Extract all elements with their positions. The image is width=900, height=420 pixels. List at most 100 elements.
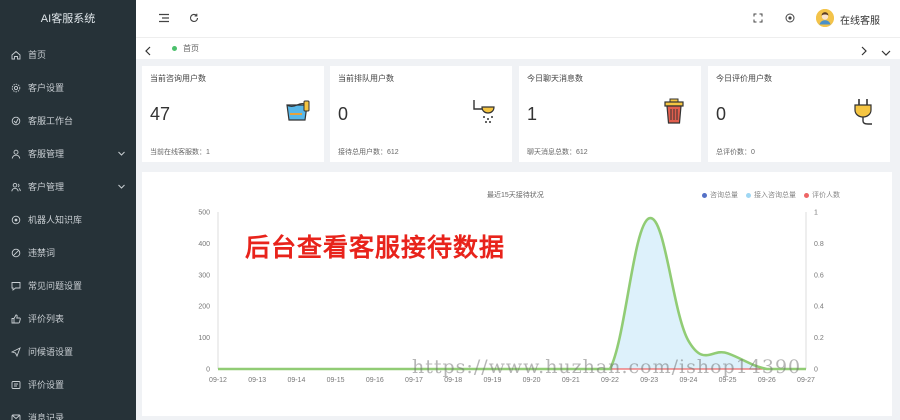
x-tick-label: 09-18 — [444, 377, 462, 384]
stat-card-footer: 接待总用户数：612 — [338, 149, 399, 156]
sidebar-item[interactable]: 机器人知识库 — [0, 203, 136, 236]
x-tick-label: 09-14 — [287, 377, 305, 384]
x-tick-label: 09-26 — [758, 377, 776, 384]
sidebar-item[interactable]: 评价列表 — [0, 302, 136, 335]
x-tick-label: 09-15 — [327, 377, 345, 384]
stat-card-reviews: 今日评价用户数 0 总评价数：0 — [708, 66, 890, 162]
sidebar-item[interactable]: 客户设置 — [0, 71, 136, 104]
top-bar: 在线客服 — [136, 0, 900, 37]
sidebar-item[interactable]: 评价设置 — [0, 368, 136, 401]
y-tick-label: 200 — [198, 304, 210, 311]
sidebar-item[interactable]: 违禁词 — [0, 236, 136, 269]
sidebar-item[interactable]: 常见问题设置 — [0, 269, 136, 302]
y-tick-label: 500 — [198, 210, 210, 217]
sidebar-item-label: 客服工作台 — [28, 116, 74, 126]
question-icon — [10, 280, 22, 292]
chevron-down-icon[interactable] — [117, 182, 126, 191]
stat-card-value: 0 — [338, 104, 349, 124]
x-tick-label: 09-22 — [601, 377, 619, 384]
stat-card-footer: 总评价数：0 — [716, 149, 755, 156]
stat-card-footer: 聊天消息总数：612 — [527, 149, 588, 156]
home-icon — [10, 49, 22, 61]
trash-can-icon — [659, 96, 689, 126]
x-tick-label: 09-24 — [679, 377, 697, 384]
stat-card-value: 0 — [716, 104, 727, 124]
robot-icon — [10, 214, 22, 226]
username[interactable]: 在线客服 — [840, 12, 880, 27]
active-dot-icon — [172, 46, 177, 51]
x-tick-label: 09-27 — [797, 377, 815, 384]
y2-tick-label: 0.8 — [814, 241, 824, 248]
y2-tick-label: 0.6 — [814, 272, 824, 279]
stat-card-messages: 今日聊天消息数 1 聊天消息总数：612 — [519, 66, 701, 162]
sidebar-item[interactable]: 首页 — [0, 38, 136, 71]
y-tick-label: 100 — [198, 335, 210, 342]
tab-home[interactable]: 首页 — [172, 43, 199, 54]
user-icon — [10, 148, 22, 160]
sidebar-item-label: 客户设置 — [28, 83, 65, 93]
users-icon — [10, 181, 22, 193]
tab-scroll-left-icon[interactable] — [144, 43, 152, 61]
sidebar-item-label: 违禁词 — [28, 248, 56, 258]
reception-chart-panel: 最近15天接待状况 咨询总量 接入咨询总量 评价人数 0 100 200 300 400… — [142, 172, 892, 416]
stat-card-footer: 当前在线客服数：1 — [150, 149, 210, 156]
shower-icon — [470, 96, 500, 126]
forbidden-icon — [10, 247, 22, 259]
sidebar-item-label: 消息记录 — [28, 413, 65, 420]
setting-icon — [10, 379, 22, 391]
y-tick-label: 300 — [198, 272, 210, 279]
sidebar-item-label: 问候语设置 — [28, 347, 74, 357]
stat-card-consulting: 当前咨询用户数 47 当前在线客服数：1 — [142, 66, 324, 162]
tab-scroll-right-icon[interactable] — [860, 43, 868, 61]
x-tick-label: 09-16 — [366, 377, 384, 384]
theme-icon[interactable] — [784, 12, 796, 24]
x-tick-label: 09-20 — [523, 377, 541, 384]
sidebar-item-label: 机器人知识库 — [28, 215, 83, 225]
sidebar-item[interactable]: 消息记录 — [0, 401, 136, 420]
send-icon — [10, 346, 22, 358]
x-tick-label: 09-25 — [719, 377, 737, 384]
stat-card-value: 47 — [150, 104, 171, 124]
message-icon — [10, 412, 22, 420]
x-tick-label: 09-23 — [640, 377, 658, 384]
sidebar-item[interactable]: 问候语设置 — [0, 335, 136, 368]
stat-card-title: 今日评价用户数 — [716, 74, 772, 83]
y2-tick-label: 0.2 — [814, 335, 824, 342]
sidebar-item[interactable]: 客户管理 — [0, 170, 136, 203]
stat-card-value: 1 — [527, 104, 538, 124]
y-tick-label: 0 — [206, 367, 210, 374]
x-tick-label: 09-13 — [248, 377, 266, 384]
sidebar-item-label: 评价设置 — [28, 380, 65, 390]
thumb-icon — [10, 313, 22, 325]
tab-dropdown-icon[interactable] — [881, 44, 891, 62]
sidebar-item-label: 常见问题设置 — [28, 281, 83, 291]
overlay-caption: 后台查看客服接待数据 — [245, 234, 506, 262]
x-tick-label: 09-21 — [562, 377, 580, 384]
sidebar-item-label: 评价列表 — [28, 314, 65, 324]
sidebar-item-label: 客服管理 — [28, 149, 65, 159]
paint-bucket-icon — [282, 96, 312, 126]
stat-card-title: 今日聊天消息数 — [527, 74, 583, 83]
y2-tick-label: 0.4 — [814, 304, 824, 311]
stat-card-queue: 当前排队用户数 0 接待总用户数：612 — [330, 66, 512, 162]
refresh-icon[interactable] — [188, 12, 200, 24]
line-chart: 0 100 200 300 400 500 0 0.2 0.4 0.6 0.8 1 09-12 09-13… — [198, 210, 824, 385]
watermark: https://www.huzhan.com/ishop14390 — [412, 356, 802, 378]
avatar[interactable] — [816, 9, 834, 27]
brand-title: AI客服系统 — [40, 13, 96, 25]
fullscreen-icon[interactable] — [752, 12, 764, 24]
chevron-down-icon[interactable] — [117, 149, 126, 158]
x-tick-label: 09-19 — [483, 377, 501, 384]
x-tick-label: 09-12 — [209, 377, 227, 384]
sidebar-item[interactable]: 客服工作台 — [0, 104, 136, 137]
sidebar-item-label: 客户管理 — [28, 182, 65, 192]
stat-card-title: 当前排队用户数 — [338, 74, 394, 83]
stat-card-title: 当前咨询用户数 — [150, 74, 206, 83]
y-tick-label: 400 — [198, 241, 210, 248]
sidebar-item[interactable]: 客服管理 — [0, 137, 136, 170]
sidebar: AI客服系统 首页客户设置客服工作台客服管理客户管理机器人知识库 违禁词常见问题设… — [0, 0, 136, 420]
sidebar-menu: 首页客户设置客服工作台客服管理客户管理机器人知识库 违禁词常见问题设置 评价列表问候… — [0, 38, 136, 420]
tab-bar: 首页 — [136, 37, 900, 59]
sidebar-item-label: 首页 — [28, 50, 47, 60]
menu-toggle-icon[interactable] — [158, 12, 170, 24]
